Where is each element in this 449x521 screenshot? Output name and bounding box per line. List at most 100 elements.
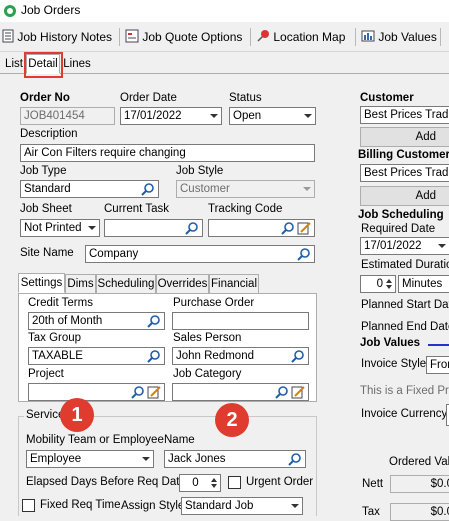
job-quote-options-button[interactable]: Job Quote Options — [125, 26, 242, 48]
edit-icon[interactable] — [297, 221, 311, 235]
sales-person-value: John Redmond — [176, 350, 254, 362]
spinner-arrows-icon[interactable] — [385, 278, 393, 290]
tab-scheduling[interactable]: Scheduling — [96, 274, 156, 294]
credit-terms-field[interactable]: 20th of Month — [28, 312, 165, 330]
elapsed-days-label: Elapsed Days Before Req Date — [26, 476, 186, 488]
elapsed-days-stepper[interactable]: 0 — [179, 474, 221, 492]
job-values-label: Job Values — [378, 30, 437, 44]
job-type-field[interactable]: Standard — [20, 180, 159, 198]
pin-icon — [257, 30, 269, 42]
order-no-label: Order No — [20, 92, 70, 104]
urgent-order-checkbox[interactable] — [228, 476, 241, 489]
project-field[interactable] — [28, 383, 165, 401]
planned-start-label: Planned Start Date — [361, 299, 449, 311]
project-label: Project — [28, 368, 64, 380]
required-date-field[interactable]: 17/01/2022 — [360, 237, 449, 255]
status-value: Open — [233, 110, 262, 122]
name-field[interactable]: Jack Jones — [164, 450, 306, 468]
estimated-duration-stepper[interactable]: 0 — [360, 275, 396, 293]
chevron-down-icon — [210, 114, 218, 118]
current-task-field[interactable] — [104, 219, 203, 237]
tab-list[interactable]: List — [3, 55, 25, 75]
fixed-req-time-label: Fixed Req Time — [40, 499, 121, 511]
tab-scheduling-label: Scheduling — [97, 278, 155, 290]
sales-person-field[interactable]: John Redmond — [172, 347, 309, 365]
search-icon[interactable] — [147, 349, 161, 363]
values-icon — [361, 30, 375, 42]
job-style-value: Customer — [180, 183, 230, 195]
nett-label: Nett — [362, 478, 384, 490]
tax-value: $0.0 — [430, 506, 449, 518]
duration-unit-select[interactable]: Minutes — [398, 275, 449, 293]
ordered-value-label: Ordered Valu — [389, 456, 449, 468]
billing-customer-value: Best Prices Tradin — [364, 167, 449, 179]
toolbar-divider — [119, 28, 120, 46]
search-icon[interactable] — [281, 221, 295, 235]
job-values-divider — [428, 344, 449, 346]
tab-settings[interactable]: Settings — [18, 273, 65, 293]
location-map-label: Location Map — [273, 30, 346, 44]
tab-list-label: List — [5, 58, 23, 70]
tax-group-field[interactable]: TAXABLE — [28, 347, 165, 365]
invoice-style-select[interactable]: From — [426, 356, 449, 374]
job-history-notes-button[interactable]: Job History Notes — [2, 26, 112, 48]
search-icon[interactable] — [288, 452, 302, 466]
search-icon[interactable] — [275, 385, 289, 399]
tab-settings-label: Settings — [20, 277, 63, 289]
tax-value-field: $0.0 — [390, 503, 449, 521]
job-values-button[interactable]: Job Values — [361, 26, 437, 48]
job-sheet-value: Not Printed — [24, 222, 82, 234]
search-icon[interactable] — [297, 247, 311, 261]
description-field[interactable]: Air Con Filters require changing — [20, 144, 315, 162]
billing-customer-label: Billing Customer — [358, 149, 449, 161]
toolbar-divider — [355, 28, 356, 46]
mobility-select[interactable]: Employee — [26, 450, 154, 468]
billing-customer-field[interactable]: Best Prices Tradin — [360, 164, 449, 182]
search-icon[interactable] — [141, 182, 155, 196]
nett-value-field: $0.0 — [390, 475, 449, 493]
invoice-style-label: Invoice Style — [361, 358, 427, 370]
tab-overrides[interactable]: Overrides — [156, 274, 209, 294]
site-name-field[interactable]: Company — [85, 245, 315, 263]
name-label: Name — [164, 434, 195, 446]
search-icon[interactable] — [147, 314, 161, 328]
fixed-req-time-checkbox[interactable] — [22, 499, 35, 512]
search-icon[interactable] — [131, 385, 145, 399]
invoice-style-value: From — [430, 359, 449, 371]
add-billing-customer-button[interactable]: Add — [360, 186, 449, 206]
toolbar-divider — [250, 28, 251, 46]
status-label: Status — [229, 92, 262, 104]
status-select[interactable]: Open — [229, 107, 316, 125]
spinner-arrows-icon[interactable] — [210, 477, 218, 489]
credit-terms-value: 20th of Month — [32, 315, 103, 327]
tab-lines[interactable]: Lines — [63, 55, 91, 75]
detail-tab-highlight — [24, 52, 63, 78]
job-style-select: Customer — [176, 180, 315, 198]
order-date-field[interactable]: 17/01/2022 — [120, 107, 222, 125]
purchase-order-field[interactable] — [172, 312, 309, 330]
edit-icon[interactable] — [147, 385, 161, 399]
add-customer-button[interactable]: Add — [360, 127, 449, 147]
edit-icon[interactable] — [291, 385, 305, 399]
job-category-field[interactable] — [172, 383, 309, 401]
credit-terms-label: Credit Terms — [28, 297, 93, 309]
quote-icon — [125, 29, 139, 43]
purchase-order-label: Purchase Order — [173, 297, 255, 309]
assign-style-value: Standard Job — [185, 500, 254, 512]
tracking-code-field[interactable] — [208, 219, 315, 237]
location-map-button[interactable]: Location Map — [256, 26, 345, 48]
order-no-value: JOB401454 — [24, 110, 85, 122]
chevron-down-icon — [291, 504, 299, 508]
customer-field[interactable]: Best Prices Tradin — [360, 106, 449, 124]
search-icon[interactable] — [291, 349, 305, 363]
mobility-label: Mobility Team or Employee — [26, 434, 164, 446]
search-icon[interactable] — [185, 221, 199, 235]
job-sheet-select[interactable]: Not Printed — [20, 219, 100, 237]
tab-financial[interactable]: Financial — [209, 274, 259, 294]
assign-style-select[interactable]: Standard Job — [181, 497, 303, 515]
tab-dims[interactable]: Dims — [65, 274, 96, 294]
job-sheet-label: Job Sheet — [20, 203, 72, 215]
title-bar: Job Orders — [0, 0, 449, 22]
name-value: Jack Jones — [168, 453, 226, 465]
tax-group-label: Tax Group — [28, 332, 82, 344]
